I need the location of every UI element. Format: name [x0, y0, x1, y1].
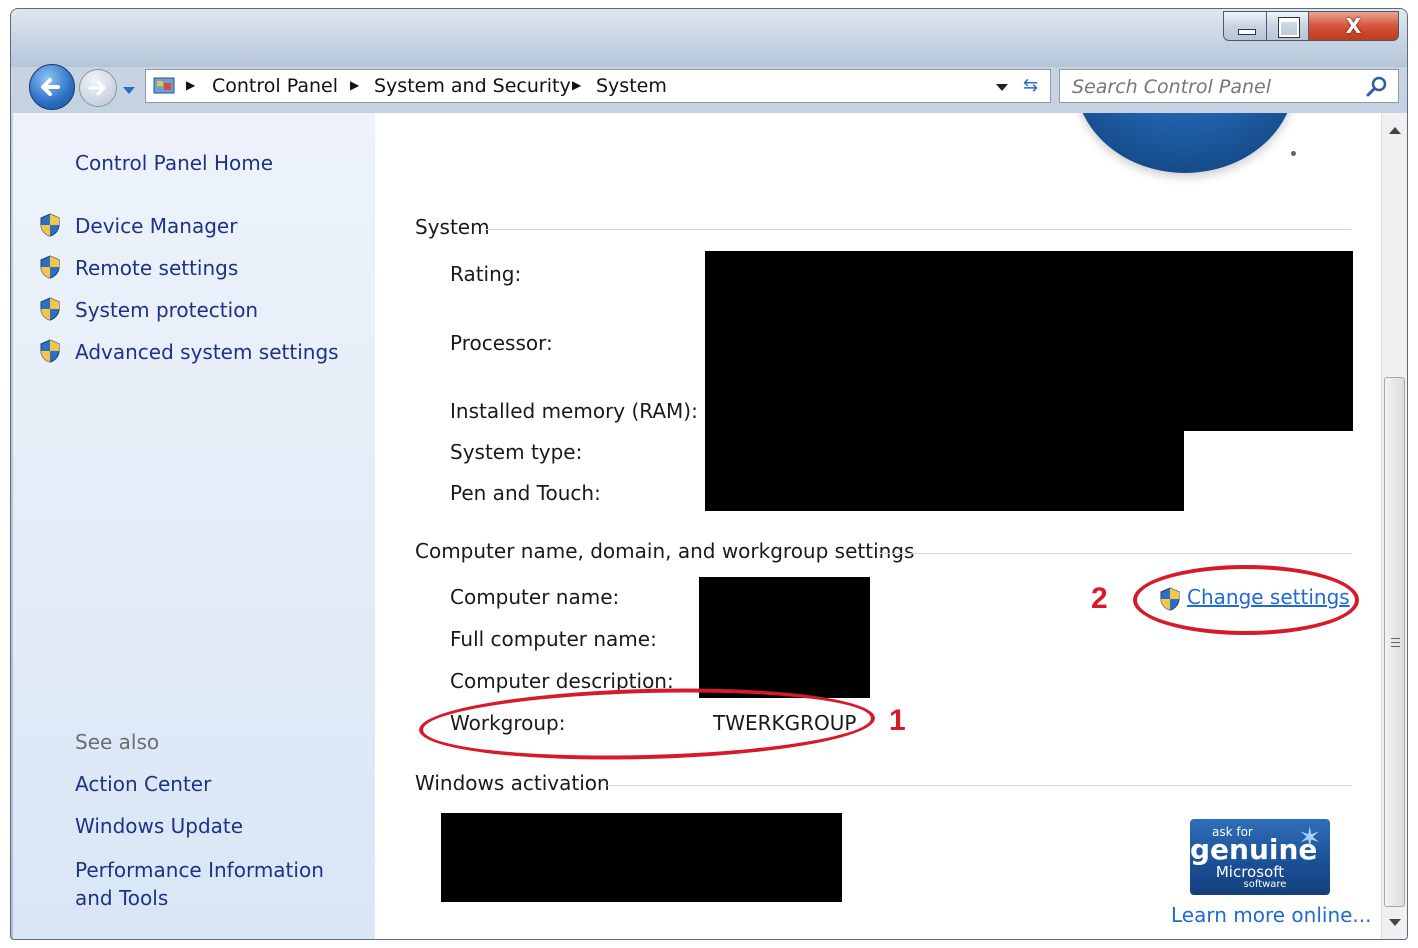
maximize-button[interactable] — [1267, 11, 1309, 41]
title-bar — [11, 9, 1407, 67]
breadcrumb-separator-icon[interactable]: ▶ — [186, 78, 195, 92]
forward-arrow-icon — [88, 80, 106, 96]
search-icon[interactable] — [1364, 75, 1390, 99]
annotation-ellipse-workgroup — [418, 683, 876, 765]
address-bar[interactable]: ▶ Control Panel ▶ System and Security ▶ … — [145, 69, 1045, 103]
back-button[interactable] — [29, 64, 75, 110]
computer-name-label: Computer name: — [450, 585, 620, 609]
uac-shield-icon — [40, 213, 60, 237]
learn-more-online-link[interactable]: Learn more online... — [1171, 903, 1372, 927]
control-panel-home-link[interactable]: Control Panel Home — [75, 151, 273, 175]
content-pane: System Rating: Processor: Installed memo… — [375, 113, 1381, 939]
ram-label: Installed memory (RAM): — [450, 399, 698, 423]
forward-button[interactable] — [79, 69, 117, 107]
minimize-button[interactable] — [1223, 11, 1267, 41]
recent-pages-dropdown[interactable] — [123, 87, 135, 94]
search-placeholder: Search Control Panel — [1072, 76, 1271, 98]
processor-label: Processor: — [450, 331, 553, 355]
close-icon: X — [1345, 14, 1362, 38]
system-type-label: System type: — [450, 440, 583, 464]
annotation-number-2: 2 — [1091, 582, 1108, 615]
genuine-microsoft-badge[interactable]: ask for genuine ✶ Microsoft software — [1190, 819, 1330, 895]
breadcrumb-system-security[interactable]: System and Security — [374, 75, 571, 97]
vertical-scrollbar[interactable] — [1381, 113, 1407, 939]
address-dropdown-icon[interactable] — [996, 84, 1008, 91]
breadcrumb-control-panel[interactable]: Control Panel — [212, 75, 338, 97]
system-section-title: System — [415, 215, 490, 239]
control-panel-icon — [153, 77, 175, 94]
uac-shield-icon — [40, 339, 60, 363]
breadcrumb-system[interactable]: System — [596, 75, 667, 97]
star-icon: ✶ — [1298, 821, 1322, 854]
breadcrumb-separator-icon[interactable]: ▶ — [350, 78, 359, 92]
logo-dot — [1291, 151, 1296, 156]
refresh-icon: ⇆ — [1022, 75, 1039, 96]
annotation-ellipse-change-settings — [1133, 565, 1359, 635]
uac-shield-icon — [40, 255, 60, 279]
redacted-system-info — [705, 251, 1353, 431]
advanced-system-settings-link[interactable]: Advanced system settings — [75, 340, 339, 364]
scroll-down-arrow-icon[interactable] — [1389, 919, 1401, 926]
redacted-system-info — [705, 429, 1184, 511]
full-computer-name-label: Full computer name: — [450, 627, 657, 651]
grip-line — [1391, 638, 1400, 639]
breadcrumb-separator-icon[interactable]: ▶ — [572, 78, 581, 92]
see-also-heading: See also — [75, 730, 160, 754]
computer-name-section-title: Computer name, domain, and workgroup set… — [415, 539, 915, 563]
remote-settings-link[interactable]: Remote settings — [75, 256, 238, 280]
genuine-big-text: genuine — [1190, 833, 1318, 866]
close-button[interactable]: X — [1309, 11, 1399, 41]
search-box[interactable]: Search Control Panel — [1059, 69, 1399, 103]
redacted-computer-info — [699, 577, 870, 698]
section-divider — [879, 553, 1351, 554]
scrollbar-thumb[interactable] — [1384, 377, 1405, 907]
device-manager-link[interactable]: Device Manager — [75, 214, 237, 238]
section-divider — [485, 229, 1351, 230]
section-divider — [607, 785, 1351, 786]
navigation-pane: Control Panel Home Device Manager Remote… — [13, 113, 375, 939]
windows-update-link[interactable]: Windows Update — [75, 814, 243, 838]
redacted-activation-info — [441, 813, 842, 902]
genuine-software-text: software — [1243, 879, 1287, 890]
performance-info-link[interactable]: Performance Information and Tools — [75, 856, 365, 912]
system-protection-link[interactable]: System protection — [75, 298, 258, 322]
action-center-link[interactable]: Action Center — [75, 772, 211, 796]
scroll-up-arrow-icon[interactable] — [1389, 127, 1401, 134]
windows-activation-section-title: Windows activation — [415, 771, 610, 795]
rating-label: Rating: — [450, 262, 522, 286]
back-arrow-icon — [41, 78, 60, 96]
annotation-number-1: 1 — [889, 704, 906, 737]
refresh-button[interactable]: ⇆ — [1011, 69, 1051, 103]
control-panel-window: X ▶ Control Panel ▶ System and Security … — [10, 8, 1408, 940]
grip-line — [1391, 642, 1400, 643]
grip-line — [1391, 646, 1400, 647]
uac-shield-icon — [40, 297, 60, 321]
windows-logo — [1075, 113, 1295, 173]
pen-touch-label: Pen and Touch: — [450, 481, 601, 505]
